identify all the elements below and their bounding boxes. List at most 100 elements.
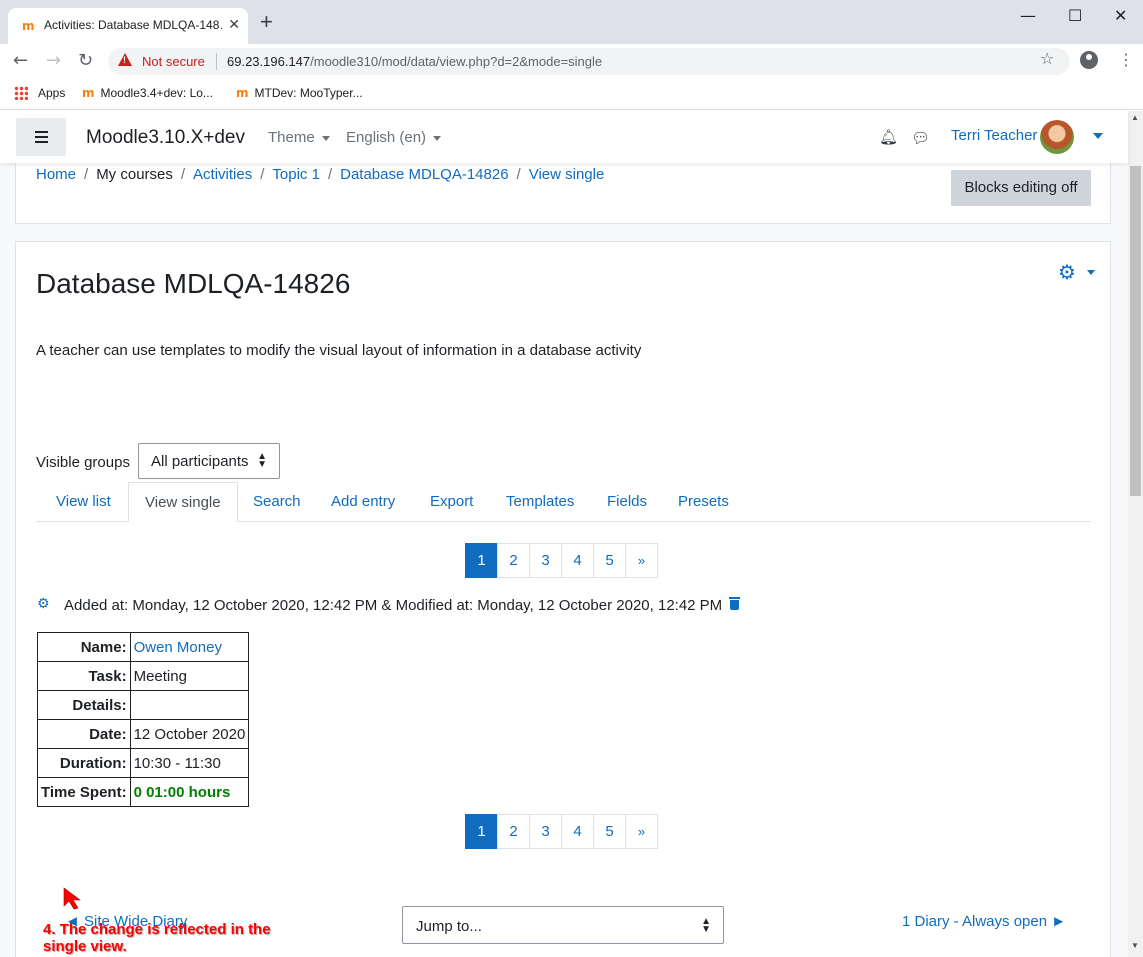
main-content: ⚙ Database MDLQA-14826 A teacher can use… — [15, 241, 1111, 957]
breadcrumb-database[interactable]: Database MDLQA-14826 — [340, 166, 508, 183]
tab-presets[interactable]: Presets — [678, 482, 729, 522]
caret-down-icon — [433, 135, 442, 141]
breadcrumb-my-courses: My courses — [96, 166, 173, 183]
tab-fields[interactable]: Fields — [607, 482, 647, 522]
moodle-favicon-icon: m — [82, 86, 95, 100]
address-bar[interactable]: ! Not secure 69.23.196.147/moodle310/mod… — [108, 48, 1070, 75]
name-link[interactable]: Owen Money — [134, 639, 222, 656]
url-separator — [216, 53, 217, 70]
field-label: Details: — [37, 690, 131, 720]
user-menu-caret-icon[interactable] — [1093, 133, 1103, 139]
field-label: Duration: — [37, 748, 131, 778]
field-value: 10:30 - 11:30 — [129, 748, 250, 778]
site-name[interactable]: Moodle3.10.X+dev — [86, 127, 245, 149]
browser-menu-icon[interactable]: ⋮ — [1118, 50, 1134, 69]
activity-intro: A teacher can use templates to modify th… — [36, 342, 642, 359]
drawer-toggle-button[interactable] — [16, 118, 66, 156]
bookmark-apps[interactable]: Apps — [38, 86, 65, 100]
breadcrumb-topic[interactable]: Topic 1 — [272, 166, 320, 183]
moodle-navbar: Moodle3.10.X+dev Theme English (en) 🔔︎ 💬… — [0, 111, 1128, 163]
profile-icon[interactable] — [1080, 51, 1098, 69]
time-spent-value: 0 01:00 hours — [129, 777, 250, 807]
annotation-arrow-icon — [63, 887, 81, 910]
messages-chat-icon[interactable]: 💬︎ — [911, 129, 930, 147]
scroll-up-icon[interactable]: ▲ — [1131, 113, 1139, 122]
browser-toolbar: ← → ↻ ! Not secure 69.23.196.147/moodle3… — [0, 44, 1143, 78]
forward-icon[interactable]: → — [46, 50, 61, 71]
page-next-link[interactable]: » — [625, 543, 658, 578]
moodle-favicon-icon: m — [22, 19, 35, 33]
reload-icon[interactable]: ↻ — [78, 50, 93, 71]
tab-templates[interactable]: Templates — [506, 482, 574, 522]
field-value: Owen Money — [129, 632, 250, 662]
notifications-bell-icon[interactable]: 🔔︎ — [879, 128, 898, 146]
theme-menu[interactable]: Theme — [268, 129, 330, 146]
avatar[interactable] — [1040, 120, 1074, 154]
page-link-4[interactable]: 4 — [561, 543, 594, 578]
tab-title: Activities: Database MDLQA-148… — [44, 18, 222, 32]
table-row: Name: Owen Money — [37, 632, 250, 662]
entry-settings-gear-icon[interactable]: ⚙ — [37, 596, 50, 612]
page-link-2[interactable]: 2 — [497, 814, 530, 849]
breadcrumb-home[interactable]: Home — [36, 166, 76, 183]
previous-activity-link[interactable]: ◄ Site Wide Diary — [65, 913, 187, 930]
blocks-editing-button[interactable]: Blocks editing off — [951, 170, 1091, 206]
back-icon[interactable]: ← — [13, 50, 28, 71]
delete-trash-icon[interactable] — [729, 597, 740, 610]
page-region: Home / My courses / Activities / Topic 1/Datab… — [0, 163, 1128, 957]
page-link-2[interactable]: 2 — [497, 543, 530, 578]
scroll-down-icon[interactable]: ▼ — [1131, 941, 1139, 950]
tab-search[interactable]: Search — [253, 482, 301, 522]
page-next-link[interactable]: » — [625, 814, 658, 849]
scrollbar-thumb[interactable] — [1130, 166, 1141, 496]
bookmark-star-icon[interactable]: ☆ — [1040, 49, 1054, 68]
page-link-1[interactable]: 1 — [465, 814, 498, 849]
jump-to-select[interactable]: Jump to... ▲ ▼ — [402, 906, 724, 944]
page-link-5[interactable]: 5 — [593, 814, 626, 849]
select-arrows-icon: ▲ ▼ — [701, 916, 711, 935]
settings-gear-icon[interactable]: ⚙ — [1058, 260, 1076, 284]
breadcrumb-view-single[interactable]: View single — [529, 166, 605, 183]
page-link-3[interactable]: 3 — [529, 814, 562, 849]
entry-timestamps: Added at: Monday, 12 October 2020, 12:42… — [64, 597, 723, 614]
tab-view-single[interactable]: View single — [128, 482, 238, 522]
groups-select[interactable]: All participants ▲ ▼ — [138, 443, 280, 479]
breadcrumb: Home / My courses / Activities / Topic 1/Datab… — [36, 166, 605, 183]
apps-grid-icon[interactable] — [14, 86, 28, 100]
user-menu-name[interactable]: Terri Teacher — [951, 127, 1037, 144]
pagination-bottom: 1 2 3 4 5 » — [465, 814, 658, 849]
page-header: Home / My courses / Activities / Topic 1/Datab… — [15, 163, 1111, 224]
table-row: Details: — [37, 690, 250, 720]
bookmark-moodle34[interactable]: m Moodle3.4+dev: Lo... — [82, 86, 213, 100]
caret-down-icon — [321, 135, 330, 141]
bookmarks-bar: Apps m Moodle3.4+dev: Lo... m MTDev: MooTy… — [0, 78, 1143, 110]
page-scrollbar[interactable]: ▲ ▼ — [1128, 111, 1143, 957]
caret-down-icon[interactable] — [1087, 270, 1095, 275]
page-title: Database MDLQA-14826 — [36, 268, 351, 299]
page-link-4[interactable]: 4 — [561, 814, 594, 849]
field-label: Name: — [37, 632, 131, 662]
page-link-5[interactable]: 5 — [593, 543, 626, 578]
maximize-icon[interactable]: ☐ — [1068, 6, 1082, 25]
new-tab-icon[interactable]: + — [260, 11, 273, 33]
url-text[interactable]: 69.23.196.147/moodle310/mod/data/view.ph… — [227, 54, 602, 69]
minimize-icon[interactable]: — — [1020, 6, 1036, 25]
field-label: Date: — [37, 719, 131, 749]
groups-label: Visible groups — [36, 454, 130, 471]
breadcrumb-activities[interactable]: Activities — [193, 166, 252, 183]
bookmark-mtdev[interactable]: m MTDev: MooTyper... — [236, 86, 363, 100]
table-row: Duration: 10:30 - 11:30 — [37, 748, 250, 778]
window-close-icon[interactable]: ✕ — [1114, 6, 1127, 25]
not-secure-label[interactable]: Not secure — [142, 54, 205, 69]
page-link-1[interactable]: 1 — [465, 543, 498, 578]
page-link-3[interactable]: 3 — [529, 543, 562, 578]
tab-add-entry[interactable]: Add entry — [331, 482, 395, 522]
next-activity-link[interactable]: 1 Diary - Always open ► — [902, 913, 1066, 930]
tab-export[interactable]: Export — [430, 482, 473, 522]
browser-tab[interactable]: m Activities: Database MDLQA-148… ✕ — [8, 8, 248, 44]
close-tab-icon[interactable]: ✕ — [228, 16, 240, 33]
field-value — [129, 690, 250, 720]
tab-view-list[interactable]: View list — [56, 482, 111, 522]
warning-icon: ! — [118, 53, 132, 66]
language-menu[interactable]: English (en) — [346, 129, 442, 146]
